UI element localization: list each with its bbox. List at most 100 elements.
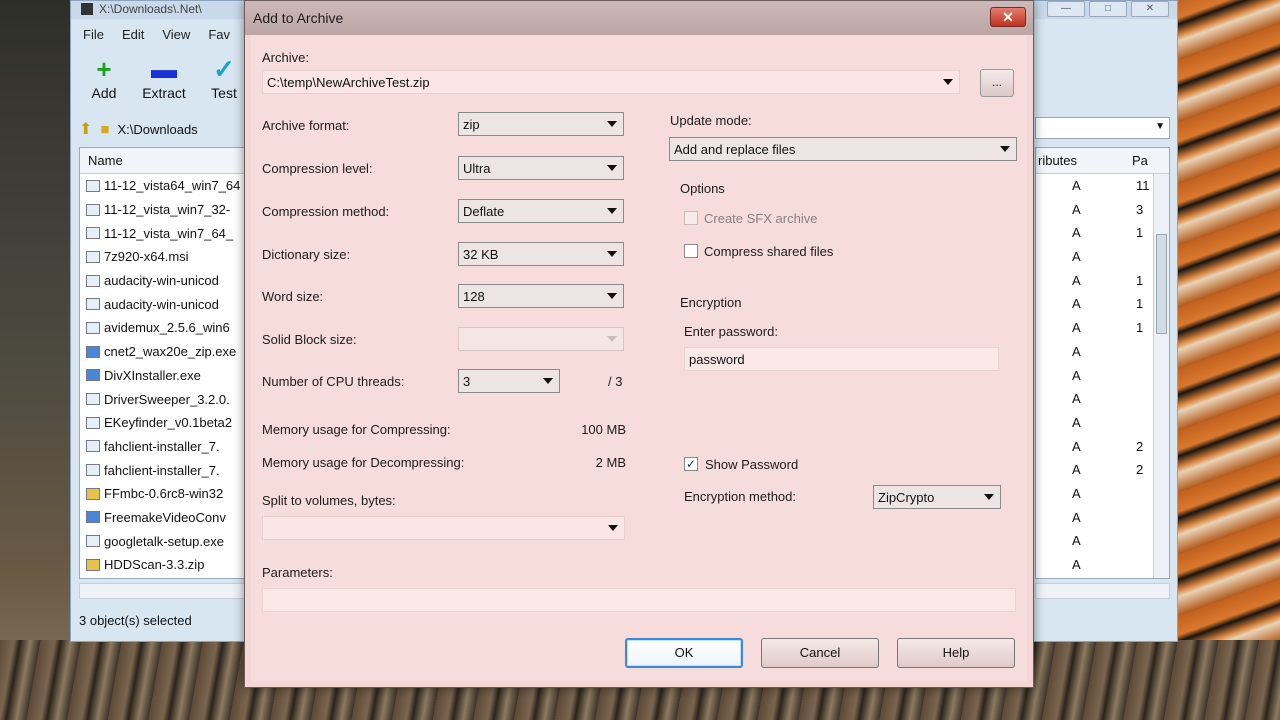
minimize-button[interactable]: — xyxy=(1047,1,1085,17)
test-tool-button[interactable]: ✓ Test xyxy=(201,55,247,101)
close-button[interactable]: ✕ xyxy=(990,7,1026,27)
memory-compress-label: Memory usage for Compressing: xyxy=(262,422,451,437)
toolbar: + Add ▬ Extract ✓ Test xyxy=(81,55,247,101)
vertical-scrollbar[interactable] xyxy=(1153,174,1169,578)
menu-favorites[interactable]: Fav xyxy=(208,27,230,42)
up-folder-icon[interactable]: ⬆ xyxy=(79,119,92,139)
add-tool-label: Add xyxy=(91,85,117,101)
archive-label: Archive: xyxy=(262,50,309,65)
file-list-right-columns: ributes Pa A 11 A3 A1 A A1 A1 A1 A A A A … xyxy=(1035,147,1170,579)
attr-row: A3 xyxy=(1072,201,1144,217)
address-path: X:\Downloads xyxy=(117,121,198,137)
browse-button[interactable]: ... xyxy=(980,69,1014,97)
file-name: 11-12_vista_win7_32- xyxy=(104,202,231,218)
dictionary-size-select[interactable]: 32 KB xyxy=(458,242,624,266)
file-row[interactable]: googletalk-setup.exe xyxy=(80,529,244,553)
address-bar[interactable]: ⬆ ■ X:\Downloads xyxy=(79,117,249,141)
file-row[interactable]: cnet2_wax20e_zip.exe xyxy=(80,340,244,364)
word-size-label: Word size: xyxy=(262,289,324,304)
chevron-down-icon: ▼ xyxy=(1155,121,1165,132)
file-icon xyxy=(86,203,100,216)
file-icon xyxy=(86,250,100,263)
file-name: cnet2_wax20e_zip.exe xyxy=(104,344,237,360)
attr-row: A xyxy=(1072,391,1081,407)
archive-format-select[interactable]: zip xyxy=(458,112,624,136)
chevron-down-icon xyxy=(607,165,617,171)
file-row[interactable]: 7z920-x64.msi xyxy=(80,245,244,269)
file-icon xyxy=(86,464,100,477)
menu-view[interactable]: View xyxy=(162,27,190,42)
attr-row: A xyxy=(1072,414,1081,430)
compress-shared-checkbox[interactable] xyxy=(684,244,698,258)
show-password-checkbox[interactable]: ✓ xyxy=(684,457,698,471)
column-header-name[interactable]: Name xyxy=(80,148,244,174)
file-icon xyxy=(86,369,100,382)
plus-icon: + xyxy=(96,54,112,84)
options-group-label: Options xyxy=(680,181,725,196)
extract-tool-button[interactable]: ▬ Extract xyxy=(141,55,187,101)
password-input[interactable]: password xyxy=(684,347,999,371)
file-icon xyxy=(86,321,100,334)
cpu-threads-select[interactable]: 3 xyxy=(458,369,560,393)
compression-method-select[interactable]: Deflate xyxy=(458,199,624,223)
address-dropdown[interactable]: ▼ xyxy=(1035,117,1170,139)
file-row[interactable]: fahclient-installer_7. xyxy=(80,458,244,482)
file-row[interactable]: 11-12_vista_win7_64_ xyxy=(80,221,244,245)
solid-block-size-label: Solid Block size: xyxy=(262,332,357,347)
add-tool-button[interactable]: + Add xyxy=(81,55,127,101)
zip-icon xyxy=(86,558,100,571)
file-row[interactable]: fahclient-installer_7. xyxy=(80,435,244,459)
compression-level-select[interactable]: Ultra xyxy=(458,156,624,180)
file-icon xyxy=(86,274,100,287)
chevron-down-icon xyxy=(607,121,617,127)
cancel-button[interactable]: Cancel xyxy=(761,638,879,668)
parameters-input[interactable] xyxy=(262,588,1016,612)
file-name: HDDScan-3.3.zip xyxy=(104,557,205,573)
ok-button[interactable]: OK xyxy=(625,638,743,668)
add-to-archive-dialog: Add to Archive ✕ Archive: C:\temp\NewArc… xyxy=(244,0,1034,688)
file-row[interactable]: DivXInstaller.exe xyxy=(80,364,244,388)
file-row[interactable]: audacity-win-unicod xyxy=(80,269,244,293)
dialog-title: Add to Archive xyxy=(253,10,344,26)
word-size-select[interactable]: 128 xyxy=(458,284,624,308)
column-header-packed[interactable]: Pa xyxy=(1132,153,1148,168)
file-row[interactable]: 11-12_vista64_win7_64 xyxy=(80,174,244,198)
horizontal-scrollbar[interactable] xyxy=(79,583,245,599)
archive-path-combo[interactable]: C:\temp\NewArchiveTest.zip xyxy=(262,70,960,94)
attr-row: A xyxy=(1072,509,1081,525)
file-row[interactable]: audacity-win-unicod xyxy=(80,292,244,316)
file-row[interactable]: FFmbc-0.6rc8-win32 xyxy=(80,482,244,506)
attr-row: A2 xyxy=(1072,462,1144,478)
file-row[interactable]: EKeyfinder_v0.1beta2 xyxy=(80,411,244,435)
column-header-attributes[interactable]: ributes xyxy=(1038,153,1077,168)
menu-file[interactable]: File xyxy=(83,27,104,42)
update-mode-select[interactable]: Add and replace files xyxy=(669,137,1017,161)
file-row[interactable]: avidemux_2.5.6_win6 xyxy=(80,316,244,340)
file-name: 11-12_vista_win7_64_ xyxy=(104,225,234,241)
file-row[interactable]: FreemakeVideoConv xyxy=(80,506,244,530)
file-row[interactable]: HDDScan-3.3.zip xyxy=(80,553,244,577)
chevron-down-icon xyxy=(984,494,994,500)
create-sfx-checkbox[interactable] xyxy=(684,211,698,225)
dialog-titlebar[interactable]: Add to Archive ✕ xyxy=(245,1,1033,35)
file-name: fahclient-installer_7. xyxy=(104,462,220,478)
file-icon xyxy=(86,393,100,406)
maximize-button[interactable]: □ xyxy=(1089,1,1127,17)
close-button[interactable]: ✕ xyxy=(1131,1,1169,17)
split-volumes-combo[interactable] xyxy=(262,516,625,540)
split-volumes-label: Split to volumes, bytes: xyxy=(262,493,396,508)
horizontal-scrollbar-right[interactable] xyxy=(1035,583,1170,599)
attr-row: A xyxy=(1072,343,1081,359)
app-icon xyxy=(81,3,93,15)
encryption-method-select[interactable]: ZipCrypto xyxy=(873,485,1001,509)
file-name: googletalk-setup.exe xyxy=(104,533,224,549)
solid-block-size-select xyxy=(458,327,624,351)
file-row[interactable]: DriverSweeper_3.2.0. xyxy=(80,387,244,411)
file-icon xyxy=(86,535,100,548)
dialog-body: Archive: C:\temp\NewArchiveTest.zip ... … xyxy=(251,35,1027,681)
scrollbar-thumb[interactable] xyxy=(1156,234,1167,334)
close-icon: ✕ xyxy=(1002,9,1014,25)
help-button[interactable]: Help xyxy=(897,638,1015,668)
menu-edit[interactable]: Edit xyxy=(122,27,144,42)
file-row[interactable]: 11-12_vista_win7_32- xyxy=(80,198,244,222)
